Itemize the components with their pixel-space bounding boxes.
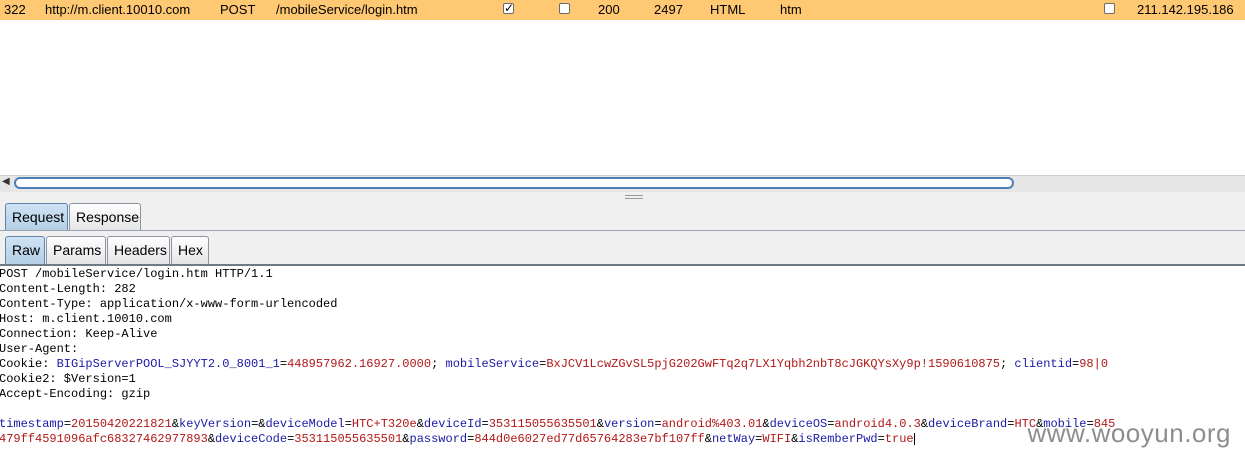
- param-key: deviceCode: [215, 432, 288, 446]
- header-connection: Connection: Keep-Alive: [0, 327, 158, 341]
- param-key: isRemberPwd: [798, 432, 878, 446]
- params-checkbox[interactable]: [503, 1, 514, 15]
- scroll-left-icon[interactable]: ◀: [2, 176, 10, 187]
- header-host: Host: m.client.10010.com: [0, 312, 172, 326]
- param-value: android4.0.3: [834, 417, 921, 431]
- horizontal-scrollbar[interactable]: ◀: [0, 175, 1245, 192]
- watermark: www.wooyun.org: [1027, 418, 1231, 448]
- param-value: android%403.01: [661, 417, 763, 431]
- tab-headers[interactable]: Headers: [107, 236, 170, 264]
- tab-raw[interactable]: Raw: [5, 236, 45, 264]
- header-content-type: Content-Type: application/x-www-form-url…: [0, 297, 338, 311]
- row-status: 200: [598, 2, 620, 17]
- cookie-key: BIGipServerPOOL_SJYYT2.0_8001_1: [56, 357, 280, 371]
- param-value: 353115055635501: [294, 432, 403, 446]
- header-content-length: Content-Length: 282: [0, 282, 136, 296]
- scrollbar-thumb[interactable]: [14, 177, 1014, 189]
- tab-params[interactable]: Params: [46, 236, 106, 264]
- param-value: 844d0e6027ed77d65764283e7bf107ff: [474, 432, 705, 446]
- cookie-label: Cookie:: [0, 357, 57, 371]
- cookie-key: clientid: [1014, 357, 1073, 371]
- tab-response[interactable]: Response: [69, 203, 141, 230]
- param-value: WIFI: [762, 432, 792, 446]
- param-value: true: [884, 432, 914, 446]
- row-ip: 211.142.195.186: [1137, 2, 1234, 17]
- tab-request[interactable]: Request: [5, 203, 68, 230]
- request-line: POST /mobileService/login.htm HTTP/1.1: [0, 267, 273, 281]
- param-key: deviceBrand: [928, 417, 1008, 431]
- param-value: 353115055635501: [488, 417, 597, 431]
- row-url: /mobileService/login.htm: [276, 2, 418, 17]
- param-value: HTC+T320e: [351, 417, 417, 431]
- cookie-value: 98|0: [1079, 357, 1109, 371]
- splitter-grip-icon[interactable]: [625, 195, 643, 199]
- param-key: deviceId: [423, 417, 482, 431]
- text-caret: [913, 432, 915, 445]
- param-key: netWay: [711, 432, 756, 446]
- row-length: 2497: [654, 2, 683, 17]
- cookie-key: mobileService: [445, 357, 540, 371]
- param-key: version: [603, 417, 655, 431]
- request-view-tabbar: Raw Params Headers Hex: [0, 231, 1245, 266]
- param-key: keyVersion: [179, 417, 252, 431]
- row-mime: HTML: [710, 2, 746, 17]
- header-cookie2: Cookie2: $Version=1: [0, 372, 136, 386]
- param-key: timestamp: [0, 417, 64, 431]
- param-key: deviceOS: [769, 417, 828, 431]
- row-extension: htm: [780, 2, 802, 17]
- cookie-value: BxJCV1LcwZGvSL5pjG202GwFTq2q7LX1Yqbh2nbT…: [546, 357, 1001, 371]
- pane-splitter[interactable]: [0, 192, 1245, 200]
- row-method: POST: [220, 2, 256, 17]
- header-cookie: Cookie: BIGipServerPOOL_SJYYT2.0_8001_1=…: [0, 357, 1109, 371]
- row-number: 322: [4, 2, 26, 17]
- param-key: deviceModel: [265, 417, 345, 431]
- param-key: password: [409, 432, 468, 446]
- header-accept-encoding: Accept-Encoding: gzip: [0, 387, 151, 401]
- cookie-value: 448957962.16927.0000: [287, 357, 432, 371]
- param-value: 20150420221821: [71, 417, 172, 431]
- edited-checkbox[interactable]: [559, 3, 570, 14]
- param-value: 479ff4591096afc68327462977893: [0, 432, 208, 446]
- body-line-1: timestamp=20150420221821&keyVersion=&dev…: [0, 417, 1116, 431]
- row-host: http://m.client.10010.com: [45, 2, 191, 17]
- tab-hex[interactable]: Hex: [171, 236, 209, 264]
- header-user-agent: User-Agent:: [0, 342, 79, 356]
- history-table-empty-area: [0, 20, 1245, 175]
- body-line-2: 479ff4591096afc68327462977893&deviceCode…: [0, 432, 915, 446]
- ssl-checkbox[interactable]: [1104, 3, 1115, 14]
- history-row-selected[interactable]: 322 http://m.client.10010.com POST /mobi…: [0, 0, 1245, 20]
- request-response-tabbar: Request Response: [0, 200, 1245, 231]
